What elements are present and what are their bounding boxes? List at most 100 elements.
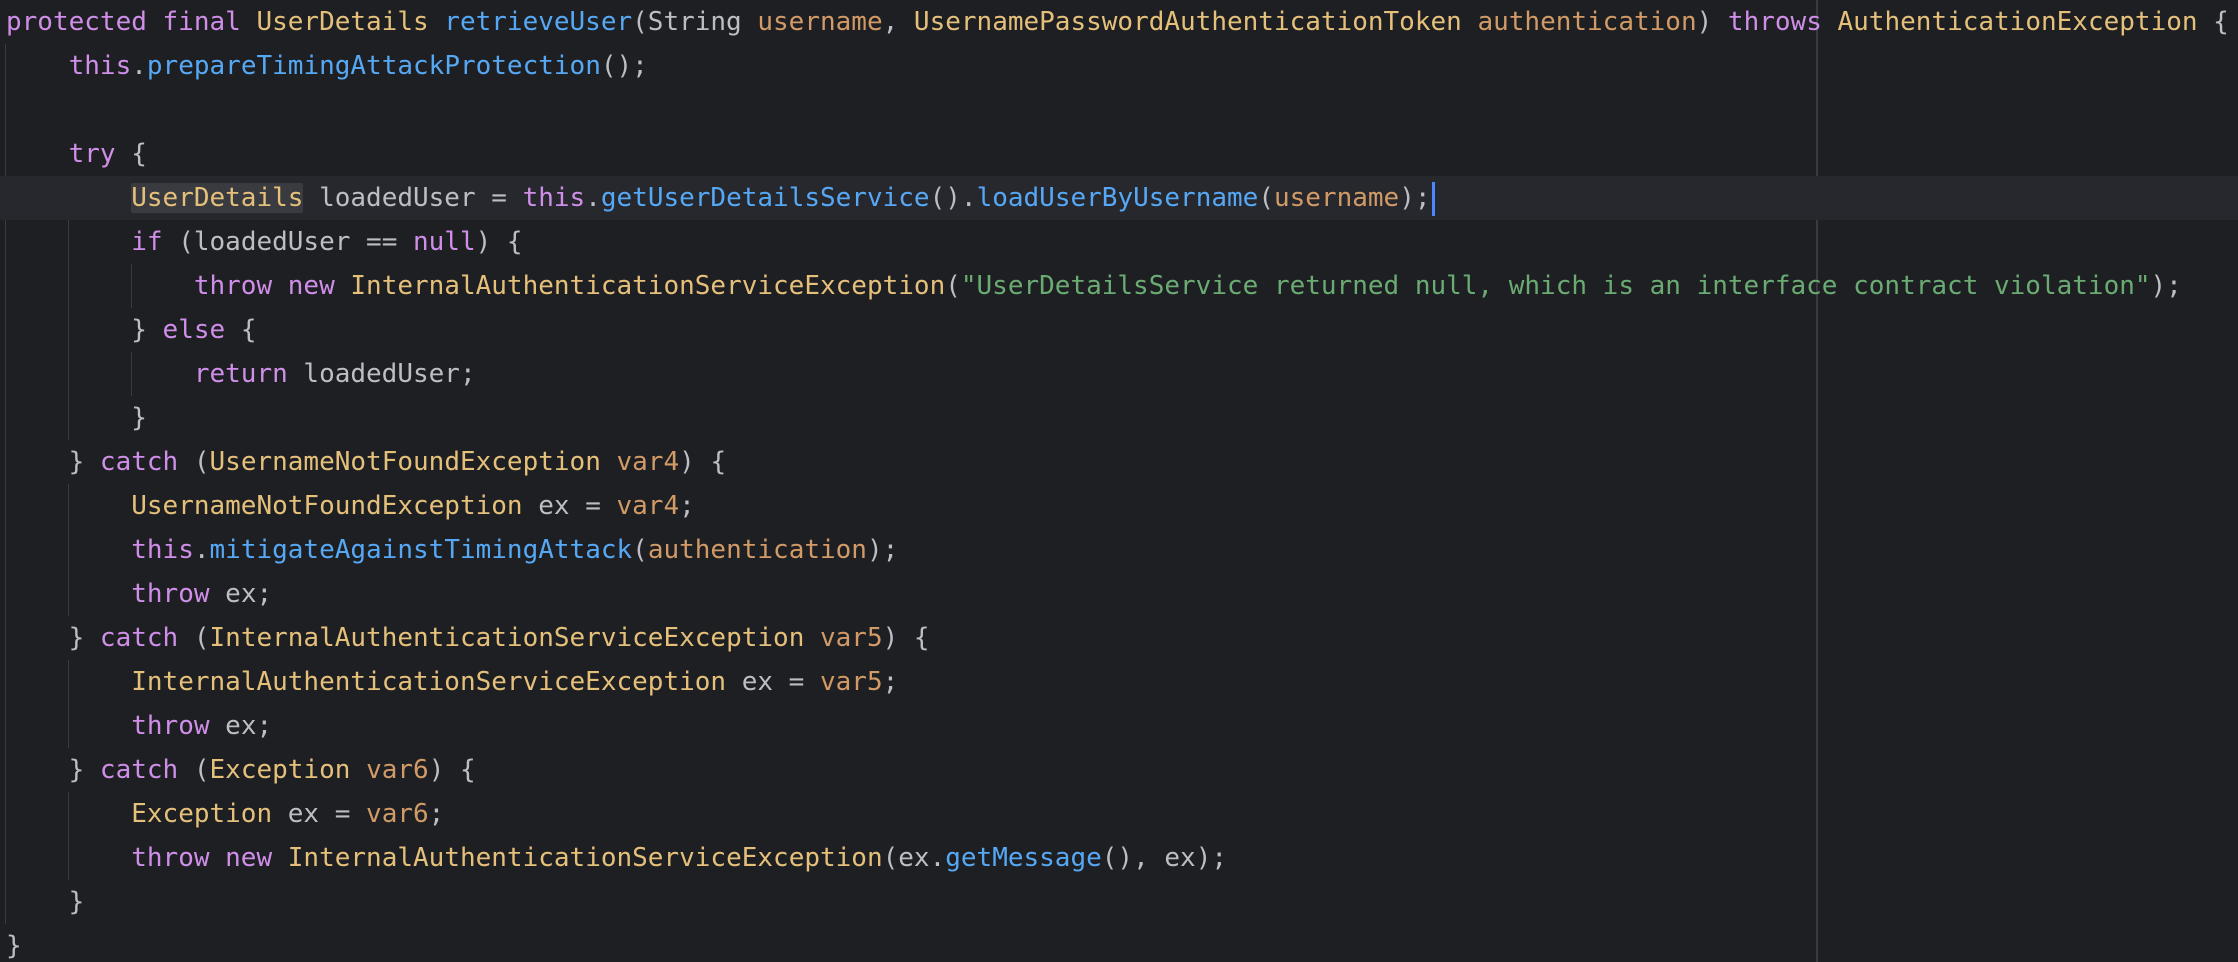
code-token: ( <box>945 271 961 301</box>
code-token: AuthenticationException <box>1837 7 2198 37</box>
code-token: throw new <box>193 271 351 301</box>
code-token: var5 <box>819 667 883 697</box>
code-token: this <box>131 535 194 565</box>
code-token: } <box>6 403 147 433</box>
code-token: ) <box>1696 7 1728 37</box>
code-token: ) { <box>882 623 930 653</box>
code-token: loadedUser; <box>287 359 476 389</box>
code-token: (loadedUser == <box>162 227 413 257</box>
code-line[interactable]: throw new InternalAuthenticationServiceE… <box>0 836 2238 880</box>
code-line[interactable]: if (loadedUser == null) { <box>0 220 2238 264</box>
code-line[interactable]: } <box>0 396 2238 440</box>
code-line-text: } catch (InternalAuthenticationServiceEx… <box>6 616 930 660</box>
code-token: var5 <box>820 623 883 653</box>
code-token: Exception <box>131 799 273 829</box>
code-token: } <box>6 887 85 917</box>
code-token: InternalAuthenticationServiceException <box>131 667 727 697</box>
code-token: var6 <box>366 755 429 785</box>
code-token: InternalAuthenticationServiceException <box>287 843 883 873</box>
code-token: ; <box>882 667 899 697</box>
code-token: UserDetails <box>131 183 304 213</box>
code-token: var6 <box>366 799 429 829</box>
code-token: ) { <box>428 755 476 785</box>
code-token: ) { <box>475 227 523 257</box>
code-line[interactable]: } <box>0 880 2238 924</box>
code-token: this <box>522 183 586 213</box>
code-token: (). <box>929 183 977 213</box>
code-token: } <box>6 931 22 961</box>
code-token: (String <box>632 7 758 37</box>
code-line[interactable]: throw ex; <box>0 572 2238 616</box>
code-token: ); <box>866 535 899 565</box>
code-token: (); <box>600 51 648 81</box>
code-line[interactable]: } catch (InternalAuthenticationServiceEx… <box>0 616 2238 660</box>
code-line-text: UserDetails loadedUser = this.getUserDet… <box>6 176 1435 220</box>
code-line[interactable]: } catch (Exception var6) { <box>0 748 2238 792</box>
code-token: username <box>757 7 883 37</box>
code-line-text: } catch (Exception var6) { <box>6 748 476 792</box>
code-line[interactable]: } <box>0 924 2238 962</box>
code-token: loadedUser = <box>303 183 523 213</box>
code-line[interactable]: return loadedUser; <box>0 352 2238 396</box>
code-token: (ex. <box>882 843 946 873</box>
code-line-text: this.prepareTimingAttackProtection(); <box>6 44 648 88</box>
code-token: throw <box>131 579 210 609</box>
code-token: var4 <box>616 491 680 521</box>
code-token: catch <box>99 623 179 653</box>
code-line-text: UsernameNotFoundException ex = var4; <box>6 484 695 528</box>
code-token: , <box>882 7 914 37</box>
code-line[interactable]: } catch (UsernameNotFoundException var4)… <box>0 440 2238 484</box>
code-token: ex = <box>522 491 617 521</box>
code-line-text: Exception ex = var6; <box>6 792 444 836</box>
code-token: Exception <box>209 755 367 785</box>
code-token: "UserDetailsService returned null, which… <box>960 271 2151 301</box>
code-token: ex = <box>272 799 367 829</box>
code-line[interactable] <box>0 88 2238 132</box>
code-token: return <box>193 359 288 389</box>
code-token: getUserDetailsService <box>600 183 930 213</box>
code-line[interactable]: UserDetails loadedUser = this.getUserDet… <box>0 176 2238 220</box>
code-token: ( <box>178 755 210 785</box>
code-token: ( <box>1258 183 1274 213</box>
code-line[interactable]: throw new InternalAuthenticationServiceE… <box>0 264 2238 308</box>
code-line[interactable]: InternalAuthenticationServiceException e… <box>0 660 2238 704</box>
code-token: else <box>162 315 226 345</box>
code-token: ; <box>679 491 695 521</box>
code-line-text: protected final UserDetails retrieveUser… <box>6 0 2229 44</box>
code-line-text: throw new InternalAuthenticationServiceE… <box>6 264 2182 308</box>
code-token: loadUserByUsername <box>976 183 1259 213</box>
code-token: ; <box>428 799 445 829</box>
code-token: throws <box>1727 7 1838 37</box>
code-token: ex = <box>726 667 820 697</box>
code-token: catch <box>99 755 179 785</box>
code-token: mitigateAgainstTimingAttack <box>209 535 633 565</box>
code-token: . <box>585 183 601 213</box>
code-editor[interactable]: protected final UserDetails retrieveUser… <box>0 0 2238 962</box>
code-line[interactable]: try { <box>0 132 2238 176</box>
code-token: this <box>68 51 132 81</box>
code-line[interactable]: UsernameNotFoundException ex = var4; <box>0 484 2238 528</box>
code-line[interactable]: throw ex; <box>0 704 2238 748</box>
code-token: var4 <box>616 447 680 477</box>
code-line[interactable]: this.mitigateAgainstTimingAttack(authent… <box>0 528 2238 572</box>
code-line[interactable]: } else { <box>0 308 2238 352</box>
code-token: retrieveUser <box>444 7 633 37</box>
code-token: . <box>131 51 147 81</box>
code-line-text: } <box>6 396 147 440</box>
code-token: ); <box>1399 183 1431 213</box>
code-line[interactable]: Exception ex = var6; <box>0 792 2238 836</box>
code-token: getMessage <box>945 843 1102 873</box>
code-token: UsernameNotFoundException <box>131 491 523 521</box>
code-token: } <box>6 623 100 653</box>
code-line[interactable]: this.prepareTimingAttackProtection(); <box>0 44 2238 88</box>
code-line[interactable]: protected final UserDetails retrieveUser… <box>0 0 2238 44</box>
code-token: throw <box>131 711 210 741</box>
